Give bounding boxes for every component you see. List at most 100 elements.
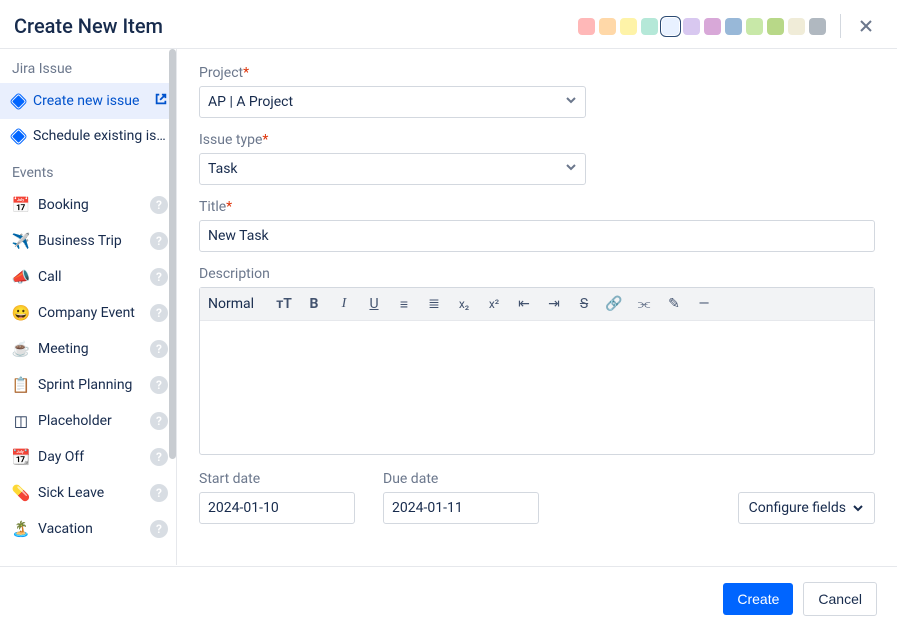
event-type-icon: 📆	[12, 448, 30, 466]
help-icon[interactable]: ?	[150, 376, 168, 394]
color-swatch[interactable]	[662, 18, 679, 35]
required-asterisk-icon: *	[243, 65, 249, 81]
description-textarea[interactable]	[200, 321, 874, 454]
underline-icon[interactable]: U	[364, 294, 384, 314]
sidebar-item-event[interactable]: 📣 Call?	[0, 259, 176, 295]
clear-format-icon[interactable]: ✎	[664, 294, 684, 314]
sidebar-item-event[interactable]: ☕ Meeting?	[0, 331, 176, 367]
sidebar-item-event[interactable]: ◫Placeholder?	[0, 403, 176, 439]
event-type-icon: 😀	[12, 304, 30, 322]
color-swatch[interactable]	[725, 18, 742, 35]
sidebar-item-label: Business Trip	[38, 233, 142, 249]
start-date-field: Start date 2024-01-10	[199, 471, 355, 524]
close-icon	[858, 18, 874, 34]
sidebar-item-event[interactable]: 🏝️Vacation?	[0, 511, 176, 547]
title-value: New Task	[208, 228, 269, 244]
text-size-icon[interactable]: тT	[274, 294, 294, 314]
issuetype-label: Issue type*	[199, 132, 875, 148]
create-button[interactable]: Create	[723, 583, 793, 615]
help-icon[interactable]: ?	[150, 448, 168, 466]
unlink-icon[interactable]: ⫘	[634, 294, 654, 314]
event-type-icon: 📣	[12, 268, 30, 286]
color-swatch[interactable]	[641, 18, 658, 35]
sidebar-item-event[interactable]: 😀 Company Event?	[0, 295, 176, 331]
due-date-input[interactable]: 2024-01-11	[383, 492, 539, 524]
description-label: Description	[199, 266, 875, 282]
dialog-header: Create New Item	[0, 0, 897, 49]
bold-icon[interactable]: B	[304, 294, 324, 314]
project-value: AP | A Project	[208, 94, 293, 110]
color-swatch[interactable]	[578, 18, 595, 35]
color-swatch[interactable]	[788, 18, 805, 35]
help-icon[interactable]: ?	[150, 520, 168, 538]
color-swatch[interactable]	[599, 18, 616, 35]
start-date-label: Start date	[199, 471, 355, 487]
event-type-icon: 📋	[12, 376, 30, 394]
sidebar-heading-events: Events	[0, 153, 176, 187]
header-actions	[578, 14, 877, 38]
strikethrough-icon[interactable]: S	[574, 294, 594, 314]
event-type-icon: 📅	[12, 196, 30, 214]
due-date-field: Due date 2024-01-11	[383, 471, 539, 524]
start-date-input[interactable]: 2024-01-10	[199, 492, 355, 524]
indent-icon[interactable]: ⇥	[544, 294, 564, 314]
color-swatch[interactable]	[746, 18, 763, 35]
event-type-icon: ☕	[12, 340, 30, 358]
help-icon[interactable]: ?	[150, 484, 168, 502]
sidebar-item-label: Vacation	[38, 521, 142, 537]
scrollbar-thumb[interactable]	[169, 49, 176, 459]
title-input[interactable]: New Task	[199, 220, 875, 252]
event-type-icon: 💊	[12, 484, 30, 502]
sidebar-item-event[interactable]: ✈️ Business Trip?	[0, 223, 176, 259]
link-icon[interactable]: 🔗	[604, 294, 624, 314]
ordered-list-icon[interactable]: ≡	[394, 294, 414, 314]
color-picker	[578, 18, 826, 35]
sidebar-item-event[interactable]: 💊Sick Leave?	[0, 475, 176, 511]
italic-icon[interactable]: I	[334, 294, 354, 314]
help-icon[interactable]: ?	[150, 304, 168, 322]
required-asterisk-icon: *	[226, 199, 232, 215]
project-select[interactable]: AP | A Project	[199, 86, 586, 118]
rte-toolbar: Normal тT B I U ≡ ≣ x₂ x² ⇤ ⇥ S 🔗 ⫘ ✎ —	[200, 288, 874, 321]
sidebar-item-label: Meeting	[38, 341, 142, 357]
dialog-title: Create New Item	[14, 14, 163, 38]
help-icon[interactable]: ?	[150, 196, 168, 214]
color-swatch[interactable]	[767, 18, 784, 35]
issuetype-select[interactable]: Task	[199, 153, 586, 185]
close-button[interactable]	[855, 15, 877, 37]
sidebar-item-label: Sprint Planning	[38, 377, 142, 393]
divider	[840, 14, 841, 38]
color-swatch[interactable]	[620, 18, 637, 35]
color-swatch[interactable]	[809, 18, 826, 35]
help-icon[interactable]: ?	[150, 412, 168, 430]
sidebar-item-event[interactable]: 📆Day Off?	[0, 439, 176, 475]
sidebar-item-event[interactable]: 📋 Sprint Planning?	[0, 367, 176, 403]
issuetype-value: Task	[208, 161, 238, 177]
help-icon[interactable]: ?	[150, 340, 168, 358]
outdent-icon[interactable]: ⇤	[514, 294, 534, 314]
horizontal-rule-icon[interactable]: —	[694, 294, 714, 314]
unordered-list-icon[interactable]: ≣	[424, 294, 444, 314]
sidebar-item-label: Call	[38, 269, 142, 285]
external-link-icon	[154, 92, 168, 110]
dialog-footer: Create Cancel	[0, 566, 897, 630]
dialog-body: Jira Issue Create new issueSchedule exis…	[0, 49, 897, 565]
cancel-button[interactable]: Cancel	[803, 582, 877, 616]
subscript-icon[interactable]: x₂	[454, 294, 474, 314]
text-style-selector[interactable]: Normal	[208, 296, 264, 312]
description-field: Description Normal тT B I U ≡ ≣ x₂ x² ⇤ …	[199, 266, 875, 455]
help-icon[interactable]: ?	[150, 268, 168, 286]
sidebar-item-event[interactable]: 📅Booking?	[0, 187, 176, 223]
event-type-icon: ✈️	[12, 232, 30, 250]
rich-text-editor: Normal тT B I U ≡ ≣ x₂ x² ⇤ ⇥ S 🔗 ⫘ ✎ —	[199, 287, 875, 455]
help-icon[interactable]: ?	[150, 232, 168, 250]
required-asterisk-icon: *	[262, 132, 268, 148]
superscript-icon[interactable]: x²	[484, 294, 504, 314]
color-swatch[interactable]	[683, 18, 700, 35]
configure-fields-button[interactable]: Configure fields	[738, 492, 875, 524]
sidebar: Jira Issue Create new issueSchedule exis…	[0, 49, 177, 565]
color-swatch[interactable]	[704, 18, 721, 35]
sidebar-item-jira[interactable]: Schedule existing issue	[0, 119, 176, 153]
sidebar-item-jira[interactable]: Create new issue	[0, 83, 176, 119]
sidebar-item-label: Company Event	[38, 305, 142, 321]
